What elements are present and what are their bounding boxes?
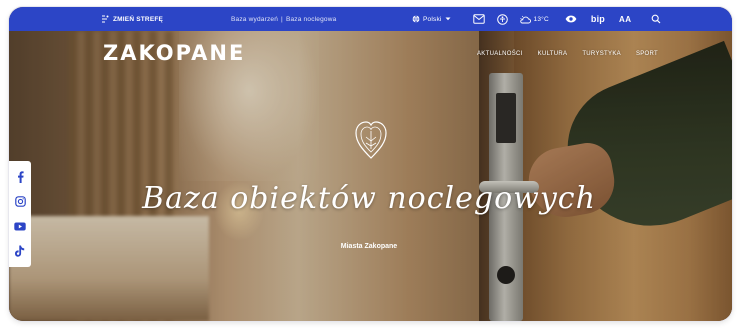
- events-db-link[interactable]: Baza wydarzeń: [231, 16, 278, 23]
- hero-title: Baza obiektów noclegowych: [142, 181, 596, 216]
- top-tools: Polski 13°C bip AA: [412, 7, 672, 31]
- nav-item-news[interactable]: AKTUALNOŚCI: [477, 51, 523, 57]
- heart-ornament-icon: [355, 121, 387, 159]
- language-label: Polski: [423, 15, 442, 23]
- main-nav: AKTUALNOŚCI KULTURA TURYSTYKA SPORT: [477, 51, 658, 57]
- globe-icon: [412, 15, 420, 23]
- zone-icon: [102, 15, 109, 22]
- eye-icon: [565, 15, 577, 23]
- change-zone-button[interactable]: ZMIEŃ STREFĘ: [101, 7, 163, 31]
- link-separator: |: [281, 15, 283, 23]
- bip-label: bip: [590, 14, 605, 24]
- social-sidebar: [9, 161, 31, 267]
- accessibility-button[interactable]: [495, 7, 511, 31]
- facebook-icon[interactable]: [14, 171, 26, 184]
- hero-subtitle: Miasta Zakopane: [340, 243, 398, 250]
- lodging-db-link[interactable]: Baza noclegowa: [286, 16, 337, 23]
- change-zone-label: ZMIEŃ STREFĘ: [113, 15, 164, 23]
- search-button[interactable]: [648, 7, 664, 31]
- mail-icon: [472, 14, 485, 24]
- contrast-button[interactable]: [563, 7, 579, 31]
- search-icon: [651, 14, 660, 24]
- cloud-sun-icon: [519, 15, 531, 23]
- temperature-value: 13°C: [533, 15, 549, 23]
- nav-item-culture[interactable]: KULTURA: [538, 51, 568, 57]
- site-logo[interactable]: ZAKOPANE: [103, 41, 245, 65]
- instagram-icon[interactable]: [14, 196, 26, 208]
- bip-link[interactable]: bip: [591, 14, 605, 24]
- youtube-icon[interactable]: [14, 220, 26, 232]
- mail-button[interactable]: [471, 7, 487, 31]
- weather-widget: 13°C: [519, 15, 549, 24]
- font-size-label: AA: [618, 14, 632, 24]
- tiktok-icon[interactable]: [14, 245, 26, 257]
- top-links: Baza wydarzeń | Baza noclegowa: [231, 7, 336, 31]
- accessibility-icon: [497, 13, 508, 25]
- font-size-button[interactable]: AA: [619, 15, 632, 24]
- hero-shade: [9, 31, 732, 321]
- nav-item-sport[interactable]: SPORT: [636, 51, 658, 57]
- top-bar: ZMIEŃ STREFĘ Baza wydarzeń | Baza nocleg…: [9, 7, 732, 31]
- nav-item-tourism[interactable]: TURYSTYKA: [582, 51, 621, 57]
- chevron-down-icon: [445, 17, 451, 21]
- language-select[interactable]: Polski: [412, 15, 451, 23]
- hero-section: ZAKOPANE AKTUALNOŚCI KULTURA TURYSTYKA S…: [9, 31, 732, 321]
- browser-frame: ZMIEŃ STREFĘ Baza wydarzeń | Baza nocleg…: [9, 7, 732, 321]
